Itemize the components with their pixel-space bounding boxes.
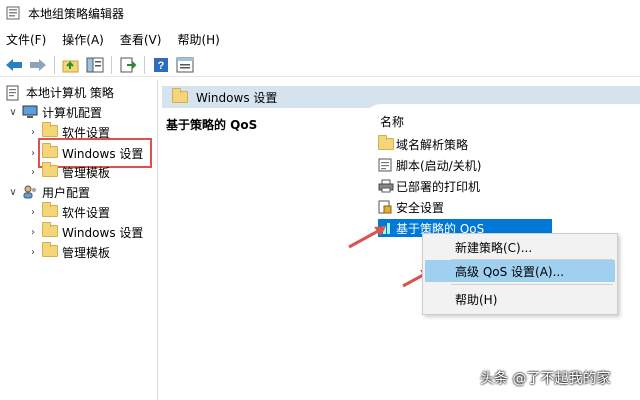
security-icon [378,200,394,214]
tree-item-label: 软件设置 [62,205,111,220]
context-menu-separator [451,284,613,285]
tree-item-root[interactable]: 本地计算机 策略 [6,82,114,102]
tree-item-computer-config[interactable]: ∨ 计算机配置 [8,102,102,122]
tree-item-user-config[interactable]: ∨ 用户配置 [8,182,90,202]
menu-file[interactable]: 文件(F) [6,31,46,48]
toolbar: ? [0,53,640,77]
folder-icon [42,242,58,259]
list-item-dns-policy[interactable]: 域名解析策略 [378,135,468,153]
properties-icon[interactable] [175,55,195,75]
context-menu-new-policy[interactable]: 新建策略(C)... [425,236,615,258]
printer-icon [378,179,394,193]
script-icon [378,158,394,172]
list-item-label: 已部署的打印机 [396,179,481,194]
list-item-scripts[interactable]: 脚本(启动/关机) [378,156,481,174]
chevron-down-icon[interactable]: ∨ [8,107,18,118]
chevron-right-icon[interactable]: › [28,227,38,238]
help-icon[interactable]: ? [151,55,171,75]
menu-view[interactable]: 查看(V) [120,31,162,48]
folder-icon [42,202,58,219]
context-menu-help[interactable]: 帮助(H) [425,288,615,310]
computer-icon [22,105,38,119]
tree-item-label: 计算机配置 [42,105,103,120]
annotation-arrow [348,226,386,249]
menu-help[interactable]: 帮助(H) [177,31,219,48]
show-hide-tree-icon[interactable] [85,55,105,75]
back-icon[interactable] [4,55,24,75]
svg-text:?: ? [158,60,165,72]
list-item-printers[interactable]: 已部署的打印机 [378,177,480,195]
up-folder-icon[interactable] [61,55,81,75]
list-item-security-settings[interactable]: 安全设置 [378,198,444,216]
chevron-right-icon[interactable]: › [28,127,38,138]
menu-action[interactable]: 操作(A) [62,31,104,48]
folder-icon [42,122,58,139]
column-header-name[interactable]: 名称 [380,113,404,130]
folder-icon [42,162,58,179]
folder-icon [378,135,394,151]
menu-bar: 文件(F) 操作(A) 查看(V) 帮助(H) [0,28,640,50]
toolbar-separator [111,55,112,74]
folder-icon [42,222,58,239]
forward-icon[interactable] [28,55,48,75]
tree-item-cc-admin-templates[interactable]: › 管理模板 [28,162,110,182]
chevron-right-icon[interactable]: › [28,167,38,178]
tree-item-uc-software[interactable]: › 软件设置 [28,202,110,222]
folder-icon [172,88,188,103]
toolbar-separator [54,55,55,74]
context-menu-advanced-qos[interactable]: 高级 QoS 设置(A)... [425,260,615,282]
policy-document-icon [6,85,22,101]
context-menu: 新建策略(C)... 高级 QoS 设置(A)... 帮助(H) [422,233,618,315]
chevron-right-icon[interactable]: › [28,207,38,218]
list-item-label: 安全设置 [396,200,445,215]
tree-item-label: 管理模板 [62,245,111,260]
tree-item-label: 用户配置 [42,185,91,200]
tree-item-uc-admin-templates[interactable]: › 管理模板 [28,242,110,262]
toolbar-separator [144,55,145,74]
tree-item-label: Windows 设置 [62,225,144,240]
tree-item-label: 本地计算机 策略 [26,85,114,100]
list-item-label: 脚本(启动/关机) [396,158,482,173]
details-header-title: Windows 设置 [196,90,278,105]
chevron-right-icon[interactable]: › [28,247,38,258]
watermark: 头条 @了不起我的家 [480,371,611,387]
title-bar: 本地组策略编辑器 [0,0,640,26]
chevron-down-icon[interactable]: ∨ [8,187,18,198]
description-title: 基于策略的 QoS [166,118,258,132]
group-policy-app-icon [6,5,22,21]
tree-item-label: 管理模板 [62,165,111,180]
user-icon [22,185,38,199]
window-title: 本地组策略编辑器 [28,6,125,21]
tree-item-uc-windows-settings[interactable]: › Windows 设置 [28,222,143,242]
export-list-icon[interactable] [118,55,138,75]
list-item-label: 域名解析策略 [396,137,469,152]
chevron-right-icon[interactable]: › [28,148,38,159]
